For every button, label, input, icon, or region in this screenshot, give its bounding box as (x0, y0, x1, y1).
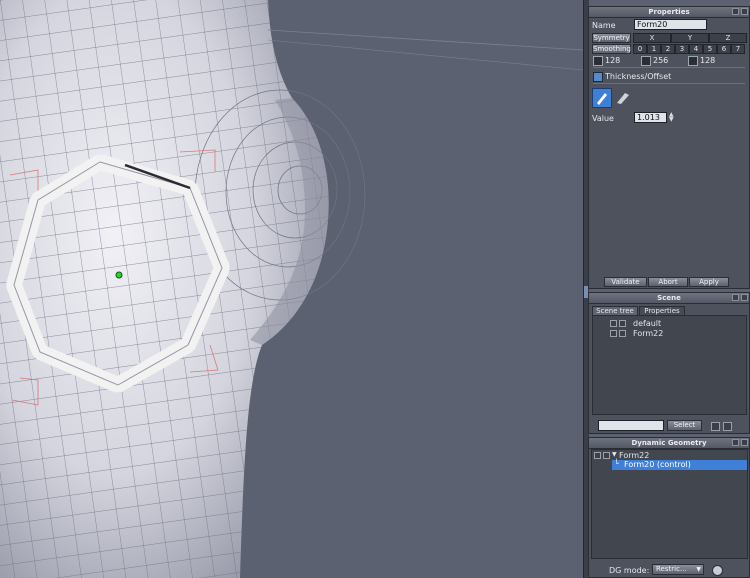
mid-poly-icon (641, 56, 651, 66)
close-icon[interactable] (741, 8, 748, 15)
poly-count-low: 128 (605, 56, 621, 65)
minimize-icon[interactable] (732, 294, 739, 301)
lock-icon[interactable] (603, 452, 610, 459)
tab-scene-tree[interactable]: Scene tree (592, 306, 638, 315)
collapse-arrow-icon[interactable]: ▼ (612, 451, 617, 458)
close-icon[interactable] (741, 439, 748, 446)
dg-item-form20-control[interactable]: Form20 (control) (624, 460, 691, 469)
lock-icon[interactable] (619, 320, 626, 327)
smoothing-level-7[interactable]: 7 (731, 44, 745, 54)
poly-count-mid: 256 (653, 56, 669, 65)
status-indicator-icon[interactable] (712, 565, 723, 576)
scene-title-text: Scene (657, 294, 681, 302)
smoothing-level-3[interactable]: 3 (675, 44, 689, 54)
symmetry-y-button[interactable]: Y (671, 33, 709, 43)
divider (593, 83, 745, 84)
checkbox-icon[interactable] (594, 452, 601, 459)
mesh-render[interactable] (0, 0, 583, 578)
visibility-icon[interactable] (610, 330, 617, 337)
smoothing-level-4[interactable]: 4 (689, 44, 703, 54)
smoothing-level-6[interactable]: 6 (717, 44, 731, 54)
visibility-icon[interactable] (610, 320, 617, 327)
poly-count-high: 128 (700, 56, 716, 65)
select-button[interactable]: Select (667, 420, 702, 431)
smoothing-level-2[interactable]: 2 (661, 44, 675, 54)
chevron-down-icon: ▼ (696, 566, 701, 573)
high-poly-icon (688, 56, 698, 66)
lock-icon[interactable] (619, 330, 626, 337)
scene-panel: Scene Scene tree Properties default Form… (588, 292, 750, 434)
dg-item-form22[interactable]: Form22 (619, 451, 649, 460)
smoothing-level-5[interactable]: 5 (703, 44, 717, 54)
value-label: Value (592, 114, 614, 123)
minimize-icon[interactable] (732, 439, 739, 446)
symmetry-x-button[interactable]: X (633, 33, 671, 43)
name-field[interactable]: Form20 (634, 19, 707, 30)
move-down-icon[interactable] (711, 422, 720, 431)
dynamic-geometry-title-text: Dynamic Geometry (631, 439, 707, 447)
tree-branch-icon: └ (614, 459, 619, 468)
dg-item-selected[interactable]: └ Form20 (control) (612, 459, 747, 470)
guide-line (267, 29, 583, 51)
3d-viewport[interactable] (0, 0, 583, 578)
close-icon[interactable] (741, 294, 748, 301)
abort-button[interactable]: Abort (648, 277, 688, 287)
properties-title: Properties (589, 7, 749, 18)
dynamic-geometry-panel: Dynamic Geometry ▼ Form22 └ Form20 (cont… (588, 437, 750, 578)
scene-title: Scene (589, 293, 749, 304)
dg-mode-value: Restric... (656, 565, 687, 573)
dg-mode-label: DG mode: (609, 566, 650, 575)
select-search-input[interactable] (598, 420, 664, 431)
properties-title-text: Properties (648, 8, 690, 16)
smoothing-level-1[interactable]: 1 (647, 44, 661, 54)
value-spinner-icon[interactable]: ▲ ▼ (669, 112, 675, 123)
scene-item-form22[interactable]: Form22 (633, 329, 663, 338)
scene-item-default[interactable]: default (633, 319, 661, 328)
apply-button[interactable]: Apply (689, 277, 729, 287)
smoothing-level-0[interactable]: 0 (633, 44, 647, 54)
offset-icon (617, 93, 629, 104)
dg-mode-select[interactable]: Restric... ▼ (652, 564, 704, 575)
pivot-handle[interactable] (115, 271, 123, 279)
scene-tree-list[interactable]: default Form22 (592, 315, 747, 415)
dynamic-geometry-title: Dynamic Geometry (589, 438, 749, 449)
thickness-mode-button[interactable] (592, 88, 612, 108)
dg-tree-list[interactable]: ▼ Form22 └ Form20 (control) (591, 449, 748, 559)
tab-properties[interactable]: Properties (639, 306, 685, 315)
thickness-tool-icon (593, 72, 603, 82)
properties-panel: Properties Name Form20 Symmetry X Y Z Sm… (588, 6, 750, 289)
body-mesh-grid (0, 0, 329, 578)
tool-name: Thickness/Offset (605, 72, 672, 81)
low-poly-icon (593, 56, 603, 66)
move-up-icon[interactable] (723, 422, 732, 431)
symmetry-z-button[interactable]: Z (709, 33, 747, 43)
validate-button[interactable]: Validate (604, 277, 647, 287)
divider (593, 67, 745, 68)
name-label: Name (592, 21, 616, 30)
symmetry-button[interactable]: Symmetry (592, 33, 631, 43)
smoothing-button[interactable]: Smoothing (592, 44, 631, 54)
guide-line (267, 39, 583, 71)
offset-mode-button[interactable] (614, 88, 634, 108)
pen-icon (597, 93, 607, 105)
minimize-icon[interactable] (732, 8, 739, 15)
value-field[interactable]: 1.013 (634, 112, 667, 123)
